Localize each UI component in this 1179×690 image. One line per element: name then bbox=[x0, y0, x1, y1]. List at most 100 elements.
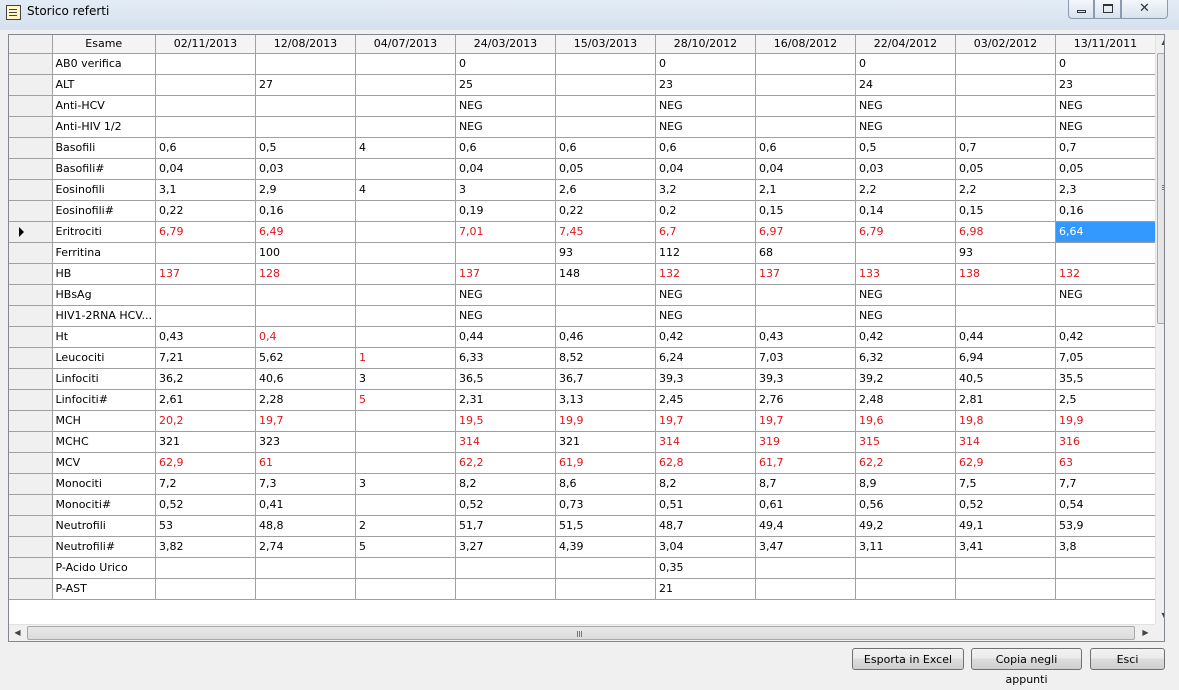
value-cell[interactable]: NEG bbox=[455, 305, 556, 327]
value-cell[interactable] bbox=[1055, 305, 1156, 327]
column-header[interactable]: 04/07/2013 bbox=[355, 35, 456, 54]
value-cell[interactable] bbox=[355, 263, 456, 285]
value-cell[interactable]: 315 bbox=[855, 431, 956, 453]
value-cell[interactable] bbox=[955, 95, 1056, 117]
value-cell[interactable]: 4 bbox=[355, 179, 456, 201]
exam-name-cell[interactable]: Linfociti# bbox=[52, 389, 156, 411]
column-header[interactable]: Esame bbox=[52, 35, 156, 54]
value-cell[interactable]: 7,3 bbox=[255, 473, 356, 495]
row-header[interactable] bbox=[9, 284, 53, 306]
value-cell[interactable]: 2,31 bbox=[455, 389, 556, 411]
value-cell[interactable] bbox=[355, 221, 456, 243]
table-row[interactable]: Neutrofili 53 48,8 2 51,7 51,5 48,7 49,4 49,2 49,… bbox=[9, 515, 1156, 537]
row-header[interactable] bbox=[9, 410, 53, 432]
value-cell[interactable] bbox=[355, 74, 456, 96]
value-cell[interactable] bbox=[355, 284, 456, 306]
value-cell[interactable] bbox=[755, 116, 856, 138]
exam-name-cell[interactable]: Neutrofili bbox=[52, 515, 156, 537]
exam-name-cell[interactable]: MCH bbox=[52, 410, 156, 432]
value-cell[interactable]: 0,52 bbox=[155, 494, 256, 516]
value-cell[interactable]: 6,7 bbox=[655, 221, 756, 243]
exam-name-cell[interactable]: Ht bbox=[52, 326, 156, 348]
value-cell[interactable]: NEG bbox=[1055, 284, 1156, 306]
row-header[interactable] bbox=[9, 389, 53, 411]
value-cell[interactable]: 319 bbox=[755, 431, 856, 453]
value-cell[interactable]: 0,03 bbox=[255, 158, 356, 180]
value-cell[interactable]: 0,6 bbox=[755, 137, 856, 159]
exam-name-cell[interactable]: Eritrociti bbox=[52, 221, 156, 243]
value-cell[interactable]: 0,43 bbox=[755, 326, 856, 348]
table-row[interactable]: HBsAg NEG NEG NEG NEG bbox=[9, 284, 1156, 306]
value-cell[interactable]: 314 bbox=[955, 431, 1056, 453]
value-cell[interactable]: 0,46 bbox=[555, 326, 656, 348]
value-cell[interactable]: 2 bbox=[355, 515, 456, 537]
value-cell[interactable]: 2,48 bbox=[855, 389, 956, 411]
value-cell[interactable]: 53,9 bbox=[1055, 515, 1156, 537]
value-cell[interactable]: 7,2 bbox=[155, 473, 256, 495]
value-cell[interactable]: 19,9 bbox=[555, 410, 656, 432]
value-cell[interactable]: 137 bbox=[155, 263, 256, 285]
table-row[interactable]: Ht 0,43 0,4 0,44 0,46 0,42 0,43 0,42 0,44 0,42 bbox=[9, 326, 1156, 348]
value-cell[interactable] bbox=[855, 242, 956, 264]
value-cell[interactable]: 62,9 bbox=[155, 452, 256, 474]
vertical-scrollbar[interactable]: ▲ ▼ bbox=[1155, 35, 1164, 624]
value-cell[interactable] bbox=[755, 578, 856, 600]
value-cell[interactable]: 314 bbox=[655, 431, 756, 453]
value-cell[interactable]: 0,6 bbox=[655, 137, 756, 159]
row-header[interactable] bbox=[9, 515, 53, 537]
value-cell[interactable]: 3,41 bbox=[955, 536, 1056, 558]
scroll-down-icon[interactable]: ▼ bbox=[1156, 611, 1164, 620]
table-row[interactable]: MCH 20,2 19,7 19,5 19,9 19,7 19,7 19,6 19,8 19,9 bbox=[9, 410, 1156, 432]
exam-name-cell[interactable]: P-AST bbox=[52, 578, 156, 600]
value-cell[interactable] bbox=[155, 557, 256, 579]
row-header[interactable] bbox=[9, 326, 53, 348]
value-cell[interactable]: 24 bbox=[855, 74, 956, 96]
value-cell[interactable]: 6,97 bbox=[755, 221, 856, 243]
value-cell[interactable]: NEG bbox=[455, 284, 556, 306]
value-cell[interactable]: 2,74 bbox=[255, 536, 356, 558]
value-cell[interactable]: 3,82 bbox=[155, 536, 256, 558]
value-cell[interactable]: 3,8 bbox=[1055, 536, 1156, 558]
row-header[interactable] bbox=[9, 431, 53, 453]
value-cell[interactable]: 27 bbox=[255, 74, 356, 96]
value-cell[interactable]: 36,5 bbox=[455, 368, 556, 390]
value-cell[interactable]: 36,2 bbox=[155, 368, 256, 390]
exam-name-cell[interactable]: Anti-HIV 1/2 bbox=[52, 116, 156, 138]
value-cell[interactable] bbox=[555, 578, 656, 600]
value-cell[interactable]: 5 bbox=[355, 389, 456, 411]
value-cell[interactable]: 62,2 bbox=[455, 452, 556, 474]
value-cell[interactable]: 49,1 bbox=[955, 515, 1056, 537]
value-cell[interactable] bbox=[155, 578, 256, 600]
row-header[interactable] bbox=[9, 347, 53, 369]
row-header[interactable] bbox=[9, 116, 53, 138]
value-cell[interactable]: 3 bbox=[355, 368, 456, 390]
value-cell[interactable]: 148 bbox=[555, 263, 656, 285]
row-header[interactable] bbox=[9, 74, 53, 96]
value-cell[interactable]: 61,7 bbox=[755, 452, 856, 474]
value-cell[interactable] bbox=[355, 326, 456, 348]
value-cell[interactable]: 2,45 bbox=[655, 389, 756, 411]
value-cell[interactable]: 5,62 bbox=[255, 347, 356, 369]
value-cell[interactable]: 0,61 bbox=[755, 494, 856, 516]
table-row[interactable]: Leucociti 7,21 5,62 1 6,33 8,52 6,24 7,03 6,32 6,… bbox=[9, 347, 1156, 369]
value-cell[interactable] bbox=[555, 95, 656, 117]
value-cell[interactable] bbox=[255, 557, 356, 579]
value-cell[interactable] bbox=[355, 305, 456, 327]
value-cell[interactable] bbox=[255, 578, 356, 600]
value-cell[interactable]: 3,47 bbox=[755, 536, 856, 558]
value-cell[interactable] bbox=[155, 95, 256, 117]
table-row[interactable]: Monociti 7,2 7,3 3 8,2 8,6 8,2 8,7 8,9 7,5 7,7 bbox=[9, 473, 1156, 495]
value-cell[interactable]: 7,03 bbox=[755, 347, 856, 369]
value-cell[interactable] bbox=[155, 305, 256, 327]
table-row[interactable]: ALT 27 25 23 24 23 bbox=[9, 74, 1156, 96]
table-row[interactable]: HIV1-2RNA HCV... NEG NEG NEG bbox=[9, 305, 1156, 327]
scroll-left-icon[interactable]: ◀ bbox=[9, 628, 26, 637]
value-cell[interactable] bbox=[455, 578, 556, 600]
value-cell[interactable]: 112 bbox=[655, 242, 756, 264]
value-cell[interactable]: 6,32 bbox=[855, 347, 956, 369]
value-cell[interactable]: 3,13 bbox=[555, 389, 656, 411]
value-cell[interactable]: 3,27 bbox=[455, 536, 556, 558]
value-cell[interactable] bbox=[555, 557, 656, 579]
value-cell[interactable]: 19,8 bbox=[955, 410, 1056, 432]
exam-name-cell[interactable]: Monociti bbox=[52, 473, 156, 495]
